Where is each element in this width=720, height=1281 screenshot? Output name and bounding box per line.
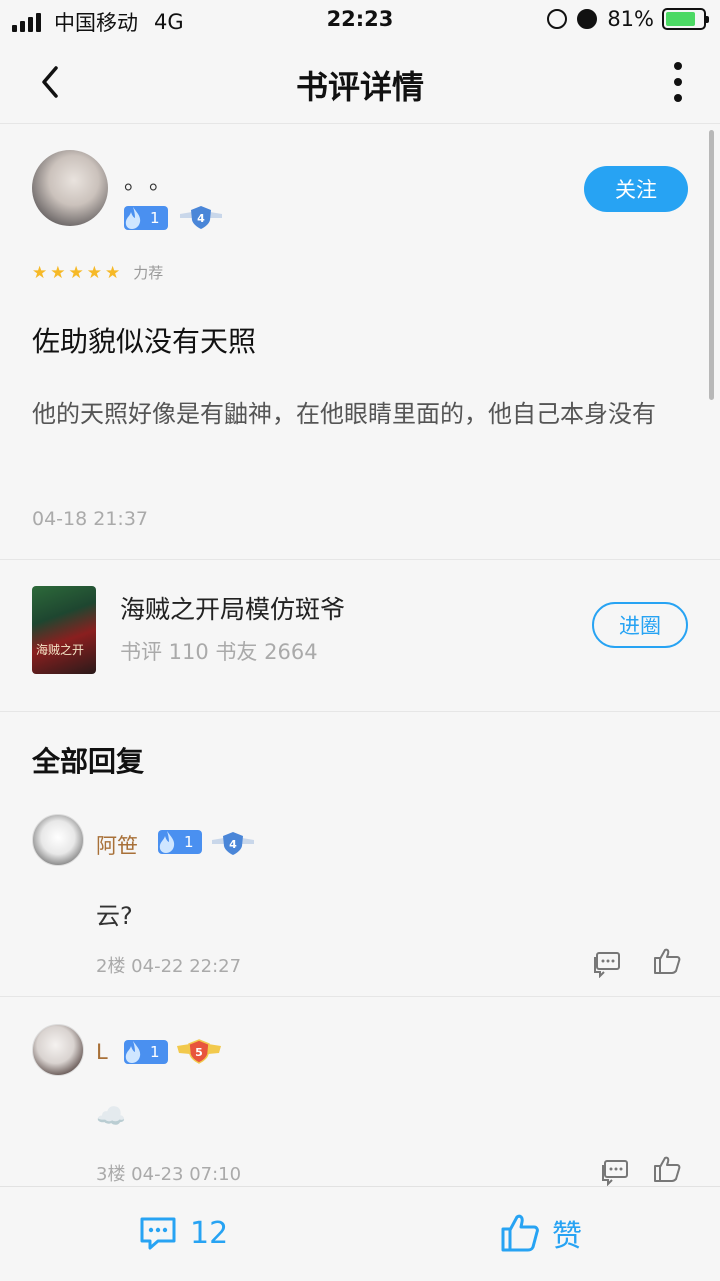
reply-item: L 1 5 ☁️ 3楼 04-23 07:10 xyxy=(0,1022,720,1186)
reply-username[interactable]: 阿笹 xyxy=(96,830,138,860)
more-dots-icon xyxy=(674,62,682,70)
battery-icon xyxy=(662,8,709,30)
reply-comment-icon[interactable] xyxy=(600,1156,630,1186)
join-circle-button[interactable]: 进圈 xyxy=(592,602,688,648)
review-title: 佐助貌似没有天照 xyxy=(32,325,257,358)
book-cover-text: 海贼之开 xyxy=(36,643,85,657)
book-title[interactable]: 海贼之开局模仿斑爷 xyxy=(120,590,345,626)
shield-badge-number: 4 xyxy=(197,212,205,225)
thumbs-up-icon xyxy=(501,1214,539,1252)
gold-shield-badge-icon: 5 xyxy=(177,1039,221,1064)
book-cover[interactable]: 海贼之开 xyxy=(32,586,96,674)
flame-icon xyxy=(125,1041,141,1063)
comment-count: 12 xyxy=(190,1215,229,1251)
reply-floor-time: 2楼 04-22 22:27 xyxy=(96,956,242,977)
reply-like-icon[interactable] xyxy=(652,946,682,976)
alarm-icon xyxy=(577,9,598,29)
review-body: 他的天照好像是有鼬神，在他眼睛里面的，他自己本身没有 xyxy=(32,400,656,428)
fan-level-badge: 1 xyxy=(158,830,202,854)
nav-header: 书评详情 xyxy=(0,40,720,124)
book-card[interactable]: 海贼之开 海贼之开局模仿斑爷 书评 110 书友 2664 进圈 xyxy=(0,560,720,712)
reply-floor-time: 3楼 04-23 07:10 xyxy=(96,1164,242,1185)
comments-button[interactable]: 12 xyxy=(138,1213,228,1253)
fan-level-number: 1 xyxy=(150,209,160,227)
follow-button[interactable]: 关注 xyxy=(584,166,688,212)
author-name[interactable]: 。。 xyxy=(124,164,185,196)
status-bar: 中国移动 4G 22:23 81% xyxy=(0,0,720,40)
comment-icon xyxy=(140,1217,176,1250)
shield-badge-number: 4 xyxy=(229,838,237,851)
divider xyxy=(0,996,720,997)
fan-level-badge: 1 xyxy=(124,206,168,230)
flame-icon xyxy=(125,207,141,229)
reply-text: ☁️ xyxy=(96,1102,126,1130)
reply-comment-icon[interactable] xyxy=(592,948,622,978)
star-icon: ★ xyxy=(32,262,48,283)
fan-level-number: 1 xyxy=(184,833,194,851)
like-label: 赞 xyxy=(552,1219,582,1254)
shield-badge-number: 5 xyxy=(195,1046,203,1059)
fan-level-number: 1 xyxy=(150,1043,160,1061)
rotation-lock-icon xyxy=(547,9,568,29)
star-icon: ★ xyxy=(50,262,66,283)
reply-username[interactable]: L xyxy=(96,1040,108,1064)
review-time: 04-18 21:37 xyxy=(32,508,149,530)
reply-text: 云? xyxy=(96,902,133,930)
shield-badge-icon: 4 xyxy=(212,832,254,855)
battery-percent: 81% xyxy=(607,7,654,31)
reply-item: 阿笹 1 4 云? 2楼 04-22 22:27 xyxy=(0,812,720,996)
like-button[interactable]: 赞 xyxy=(500,1211,582,1255)
review-card: 。。 1 4 关注 ★ ★ ★ ★ ★ 力荐 佐助貌似没有天照 他的天照好像是有… xyxy=(0,124,720,560)
reply-like-icon[interactable] xyxy=(652,1154,682,1184)
rating: ★ ★ ★ ★ ★ 力荐 xyxy=(32,262,163,283)
author-avatar[interactable] xyxy=(32,150,108,226)
replies-heading: 全部回复 xyxy=(32,745,145,778)
reply-avatar[interactable] xyxy=(32,814,84,866)
page-title: 书评详情 xyxy=(295,68,424,106)
book-stats: 书评 110 书友 2664 xyxy=(120,640,318,664)
star-icon: ★ xyxy=(105,262,121,283)
fan-level-badge: 1 xyxy=(124,1040,168,1064)
more-options-button[interactable] xyxy=(666,60,690,104)
shield-badge-icon: 4 xyxy=(180,206,222,229)
bottom-action-bar: 12 赞 xyxy=(0,1186,720,1281)
star-icon: ★ xyxy=(68,262,84,283)
rating-label: 力荐 xyxy=(133,264,164,282)
reply-avatar[interactable] xyxy=(32,1024,84,1076)
flame-icon xyxy=(159,831,175,853)
star-icon: ★ xyxy=(86,262,102,283)
